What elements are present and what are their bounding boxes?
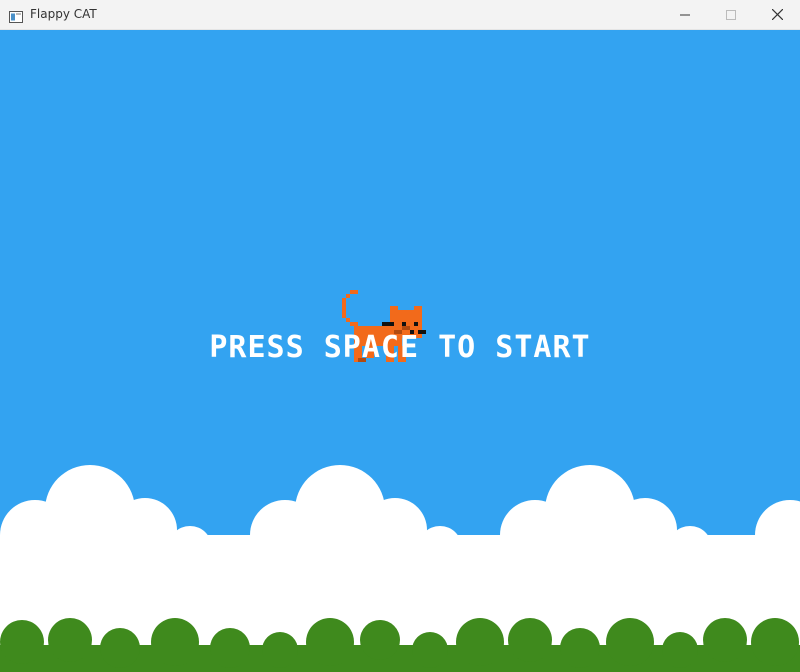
title-bar[interactable]: Flappy CAT	[0, 0, 800, 30]
close-button[interactable]	[754, 0, 800, 29]
game-canvas[interactable]: PRESS SPACE TO START	[0, 30, 800, 672]
window-title: Flappy CAT	[30, 7, 97, 21]
game-window: Flappy CAT PRESS SPACE TO START	[0, 0, 800, 672]
minimize-button[interactable]	[662, 0, 708, 29]
minimize-icon	[680, 14, 690, 15]
close-icon	[771, 9, 783, 20]
app-icon	[9, 8, 23, 23]
start-prompt: PRESS SPACE TO START	[209, 330, 591, 365]
maximize-button[interactable]	[708, 0, 754, 29]
maximize-icon	[726, 9, 736, 20]
